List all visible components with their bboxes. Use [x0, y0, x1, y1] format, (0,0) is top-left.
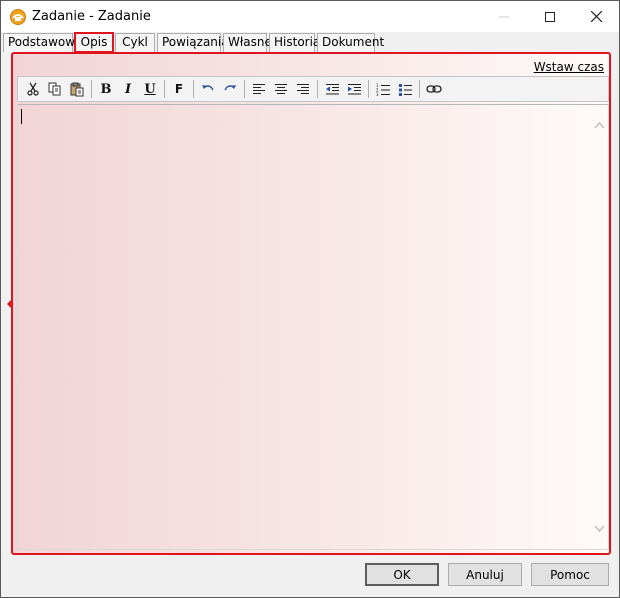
app-logo-icon	[10, 9, 26, 25]
maximize-icon	[545, 11, 555, 22]
editor-vertical-scrollbar[interactable]	[591, 105, 608, 549]
numbered-list-button[interactable]: 1 2 3	[372, 78, 394, 100]
toolbar-separator	[193, 80, 194, 98]
tab-strip: Podstawowe Opis Cykl Powiązania Własne H…	[3, 32, 384, 53]
bullet-list-icon	[398, 83, 412, 96]
align-center-button[interactable]	[270, 78, 292, 100]
svg-text:3: 3	[376, 92, 379, 96]
description-editor[interactable]	[17, 104, 609, 550]
help-button[interactable]: Pomoc	[531, 563, 609, 586]
copy-icon	[48, 82, 61, 96]
tab-powiazania[interactable]: Powiązania	[157, 33, 229, 52]
undo-icon	[202, 85, 214, 91]
copy-button[interactable]	[44, 78, 66, 100]
tab-podstawowe[interactable]: Podstawowe	[3, 33, 82, 52]
toolbar-separator	[317, 80, 318, 98]
outdent-icon	[325, 83, 339, 94]
tab-cykl[interactable]: Cykl	[115, 33, 155, 52]
font-button[interactable]: F	[168, 78, 190, 100]
title-bar: Zadanie - Zadanie	[1, 1, 619, 32]
align-left-button[interactable]	[248, 78, 270, 100]
close-icon	[590, 11, 602, 22]
tab-historia[interactable]: Historia	[269, 33, 320, 52]
align-left-icon	[253, 84, 265, 94]
description-panel: Wstaw czas B I U F 1 2 3	[11, 52, 611, 555]
bullet-list-button[interactable]	[394, 78, 416, 100]
align-center-icon	[275, 84, 287, 94]
outdent-button[interactable]	[321, 78, 343, 100]
scissors-icon	[27, 82, 39, 96]
panel-collapse-arrow-icon	[7, 299, 12, 309]
toolbar-separator	[419, 80, 420, 98]
indent-button[interactable]	[343, 78, 365, 100]
scroll-up-arrow-icon[interactable]	[594, 121, 605, 129]
minimize-icon	[499, 16, 509, 17]
editor-toolbar: B I U F 1 2 3	[17, 76, 609, 102]
paste-icon	[70, 82, 83, 96]
text-caret	[21, 109, 22, 124]
tab-wlasne[interactable]: Własne	[223, 33, 272, 52]
window-title: Zadanie - Zadanie	[32, 9, 151, 24]
link-icon	[426, 85, 442, 93]
redo-button[interactable]	[219, 78, 241, 100]
toolbar-separator	[244, 80, 245, 98]
tab-dokument[interactable]: Dokument	[317, 33, 384, 52]
align-right-button[interactable]	[292, 78, 314, 100]
minimize-button[interactable]	[481, 1, 527, 32]
scroll-down-arrow-icon[interactable]	[594, 525, 605, 533]
toolbar-separator	[368, 80, 369, 98]
cut-button[interactable]	[22, 78, 44, 100]
underline-button[interactable]: U	[139, 78, 161, 100]
toolbar-separator	[91, 80, 92, 98]
ok-button[interactable]: OK	[365, 563, 439, 586]
insert-time-link[interactable]: Wstaw czas	[534, 60, 604, 74]
tab-opis[interactable]: Opis	[74, 32, 114, 53]
maximize-button[interactable]	[527, 1, 573, 32]
close-button[interactable]	[573, 1, 619, 32]
dialog-window: Zadanie - Zadanie Podstawowe Opis Cykl P…	[0, 0, 620, 598]
toolbar-separator	[164, 80, 165, 98]
numbered-list-icon: 1 2 3	[376, 83, 390, 96]
indent-icon	[347, 83, 361, 94]
bold-button[interactable]: B	[95, 78, 117, 100]
paste-button[interactable]	[66, 78, 88, 100]
align-right-icon	[297, 84, 309, 94]
cancel-button[interactable]: Anuluj	[448, 563, 522, 586]
italic-button[interactable]: I	[117, 78, 139, 100]
redo-icon	[224, 85, 236, 91]
undo-button[interactable]	[197, 78, 219, 100]
insert-link-button[interactable]	[423, 78, 445, 100]
